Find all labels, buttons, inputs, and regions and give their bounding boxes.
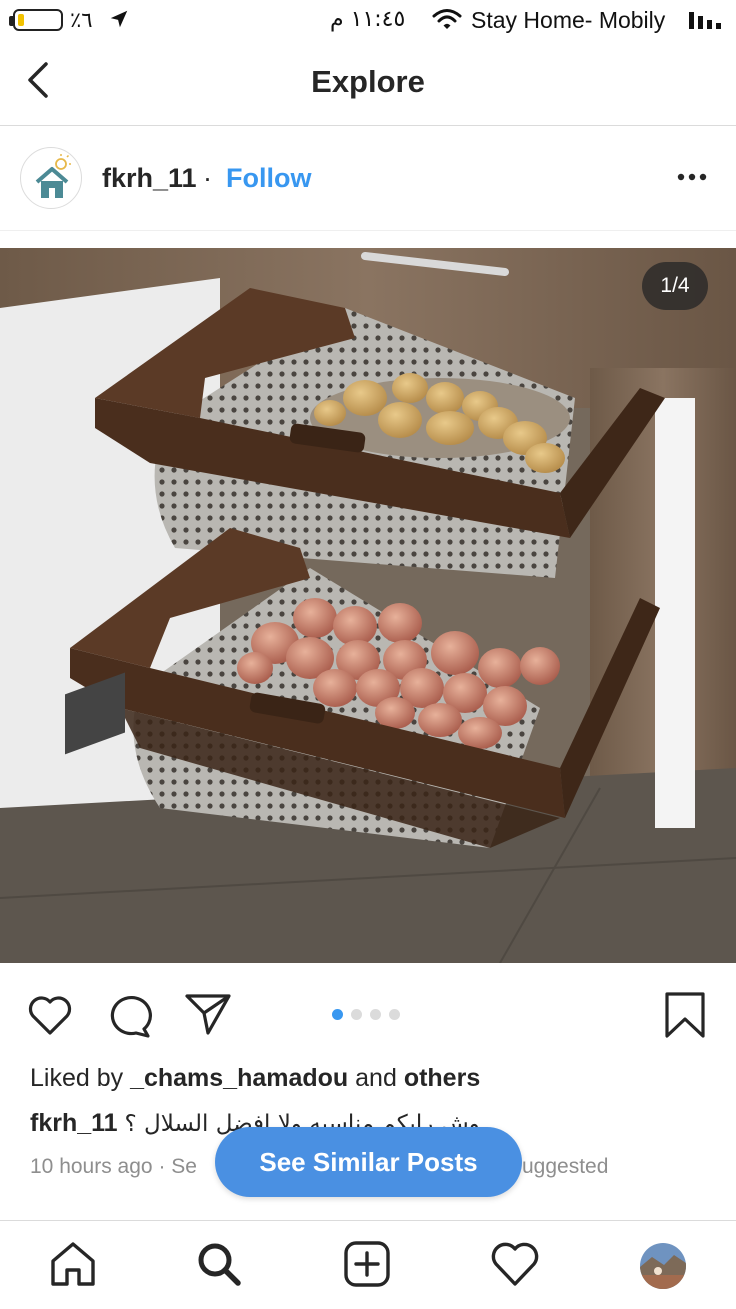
- carousel-indicator: [332, 1009, 400, 1021]
- carousel-dot: [370, 1009, 381, 1020]
- likes-text: Liked by _chams_hamadou and others: [30, 1064, 480, 1093]
- profile-photo-icon: [640, 1243, 686, 1289]
- add-post-icon[interactable]: [342, 1239, 392, 1289]
- carousel-dot: [332, 1009, 343, 1020]
- battery-percent: ٪٦: [70, 9, 93, 32]
- house-logo-icon: [35, 154, 71, 198]
- like-heart-icon[interactable]: [26, 993, 74, 1037]
- meta-partial-left: Se: [171, 1155, 197, 1178]
- kitchen-basket-drawers-photo: [0, 248, 736, 963]
- post-time-ago: 10 hours ago: [30, 1155, 153, 1178]
- post-meta: 10 hours ago · Se: [30, 1155, 197, 1179]
- activity-heart-icon[interactable]: [490, 1239, 540, 1289]
- nav-header: Explore: [0, 42, 736, 126]
- comment-icon[interactable]: [106, 993, 154, 1039]
- location-arrow-icon: [110, 10, 128, 28]
- battery-icon: [13, 9, 63, 31]
- author-username[interactable]: fkrh_11: [102, 163, 197, 194]
- meta-separator: ·: [158, 1155, 166, 1178]
- status-time: ١١:٤٥ م: [330, 7, 406, 32]
- post-header: fkrh_11 · Follow: [0, 127, 736, 231]
- status-bar: ٪٦ ١١:٤٥ م Stay Home- Mobily: [0, 0, 736, 42]
- caption-username[interactable]: fkrh_11: [30, 1109, 118, 1137]
- share-send-icon[interactable]: [184, 991, 232, 1037]
- page-title: Explore: [311, 64, 425, 99]
- header-separator: ·: [203, 163, 212, 193]
- likes-middle: and: [348, 1064, 404, 1092]
- see-similar-posts-button[interactable]: See Similar Posts: [215, 1127, 522, 1197]
- save-bookmark-icon[interactable]: [663, 991, 707, 1039]
- post-actions: [0, 985, 736, 1045]
- wifi-icon: [432, 9, 462, 29]
- meta-partial-right: uggested: [522, 1155, 609, 1178]
- liked-by-others[interactable]: others: [404, 1064, 480, 1092]
- post-image[interactable]: [0, 248, 736, 963]
- liked-by-user[interactable]: _chams_hamadou: [130, 1064, 348, 1092]
- bottom-tab-bar: [0, 1220, 736, 1309]
- carrier-name: Stay Home- Mobily: [471, 7, 666, 33]
- home-icon[interactable]: [48, 1239, 98, 1289]
- more-options-icon[interactable]: [672, 165, 712, 189]
- profile-avatar[interactable]: [640, 1243, 686, 1289]
- search-icon[interactable]: [194, 1239, 244, 1289]
- author-avatar[interactable]: [20, 147, 82, 209]
- signal-icon: [689, 12, 721, 29]
- follow-button[interactable]: Follow: [226, 163, 311, 194]
- carousel-counter: 1/4: [642, 262, 708, 310]
- carousel-dot: [351, 1009, 362, 1020]
- likes-prefix: Liked by: [30, 1064, 131, 1092]
- carousel-dot: [389, 1009, 400, 1020]
